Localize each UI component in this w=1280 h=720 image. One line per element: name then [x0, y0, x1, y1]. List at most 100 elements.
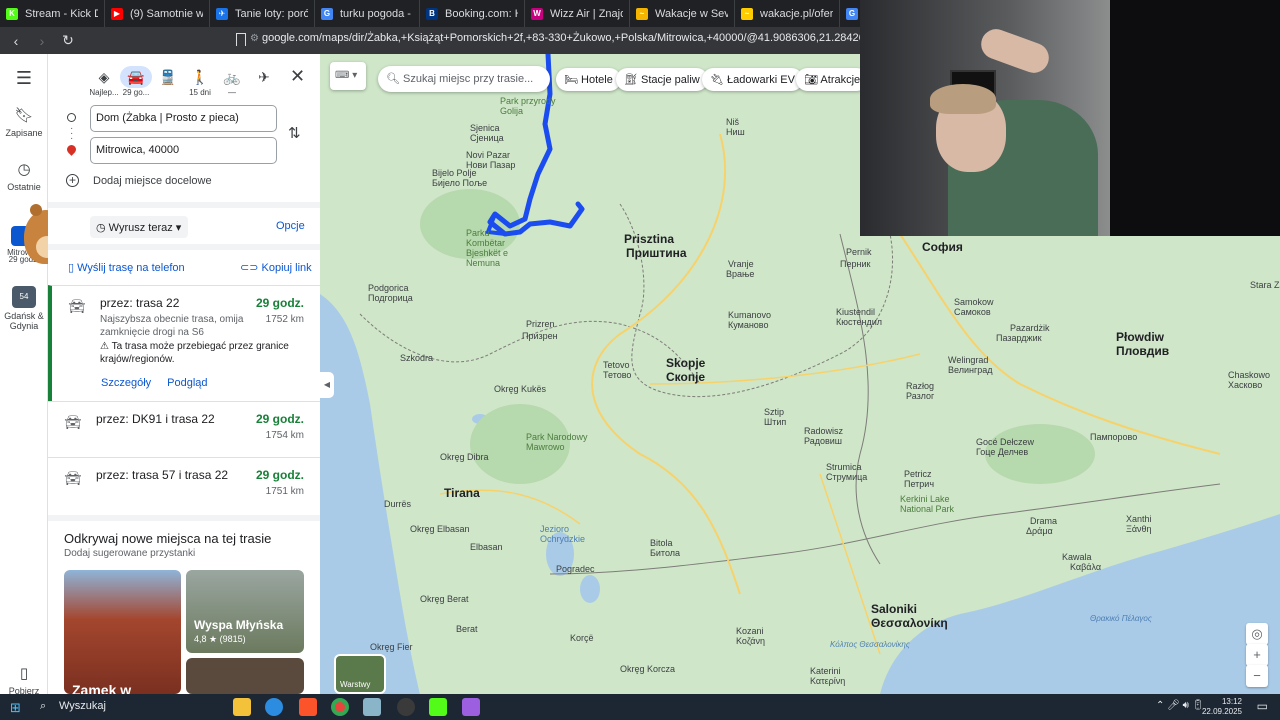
- town-label: Tetovo: [603, 360, 630, 370]
- park-label: Park przyrody Golija: [500, 96, 556, 116]
- zoom-in-button[interactable]: +: [1246, 644, 1268, 666]
- town-label: Тетово: [603, 370, 632, 380]
- menu-button[interactable]: ☰: [0, 68, 48, 93]
- region-label: Okręg Berat: [420, 594, 469, 604]
- send-to-phone-button[interactable]: ▯ Wyślij trasę na telefon: [68, 261, 185, 274]
- town-label: Sztip: [764, 407, 785, 417]
- app-icon[interactable]: [363, 698, 381, 716]
- browser-tab[interactable]: W Wizz Air | Znajdź be: [525, 0, 630, 27]
- menu-icon: ☰: [15, 68, 33, 88]
- chip-hotels[interactable]: 🛏 Hotele: [556, 68, 621, 91]
- address-bar[interactable]: google.com/maps/dir/Żabka,+Książąt+Pomor…: [262, 32, 947, 44]
- route-option-2[interactable]: 🚘︎ przez: DK91 i trasa 22 29 godz. 1754 …: [48, 401, 320, 457]
- leave-now-label: Wyrusz teraz: [108, 222, 173, 234]
- suggestion-card-island[interactable]: Wyspa Młyńska 4,8 ★ (9815): [186, 570, 304, 653]
- town-label: Струмица: [826, 472, 868, 482]
- rail-current-route[interactable]: Mitrowica 29 godz.: [0, 204, 68, 264]
- route-option-3[interactable]: 🚘︎ przez: trasa 57 i trasa 22 29 godz. 1…: [48, 457, 320, 515]
- swap-icon[interactable]: ⇅: [288, 124, 301, 142]
- rail-gdansk[interactable]: 54 Gdańsk & Gdynia: [0, 286, 48, 331]
- town-label: Штип: [764, 417, 787, 427]
- rail-saved-label: Zapisane: [5, 128, 43, 138]
- town-label: Сјеница: [470, 133, 504, 143]
- site-settings-icon[interactable]: ⚙: [250, 33, 259, 44]
- my-location-icon[interactable]: ◎: [1246, 623, 1268, 645]
- leave-now-dropdown[interactable]: ◷ Wyrusz teraz ▾: [90, 216, 188, 238]
- town-label: Durrës: [384, 499, 412, 509]
- card-title: Zamek w: [72, 682, 132, 694]
- chip-ev[interactable]: 🔌︎ Ładowarki EV: [702, 68, 803, 91]
- browser-tab[interactable]: ~ Wakacje w Seven H: [630, 0, 735, 27]
- browser-tab[interactable]: K Stream - Kick Dashb: [0, 0, 105, 27]
- zoom-out-button[interactable]: −: [1246, 665, 1268, 687]
- section-divider: [48, 202, 320, 208]
- forward-icon[interactable]: ›: [32, 33, 52, 49]
- suggestion-card-castle[interactable]: Zamek w: [64, 570, 181, 694]
- kick-icon[interactable]: [429, 698, 447, 716]
- route-details-link[interactable]: Szczegóły: [101, 377, 151, 389]
- town-label: Велинград: [948, 365, 993, 375]
- suggestion-card-3[interactable]: [186, 658, 304, 694]
- add-destination-button[interactable]: + Dodaj miejsce docelowe: [66, 174, 212, 187]
- tab-favicon-icon: ~: [636, 7, 648, 20]
- browser-tab[interactable]: Gturku pogoda - Szu: [315, 0, 420, 27]
- obs-icon[interactable]: [397, 698, 415, 716]
- back-icon[interactable]: ‹: [6, 33, 26, 49]
- search-icon: 🔍︎: [386, 73, 404, 85]
- mode-bike[interactable]: 🚲 —: [216, 66, 248, 97]
- browser-tab[interactable]: ▶ (9) Samotnie w ukra: [105, 0, 210, 27]
- origin-input[interactable]: Dom (Żabka | Prosto z pieca): [90, 105, 277, 132]
- mode-walk[interactable]: 🚶 15 dni: [184, 66, 216, 97]
- notification-icon[interactable]: ▭: [1257, 699, 1268, 713]
- town-label: Szkodra: [400, 353, 434, 363]
- rail-recent[interactable]: ◷ Ostatnie: [0, 160, 48, 192]
- route-preview-link[interactable]: Podgląd: [167, 377, 207, 389]
- town-label: Samokow: [954, 297, 994, 307]
- destination-input[interactable]: Mitrowica, 40000: [90, 137, 277, 164]
- reload-icon[interactable]: ↻: [58, 32, 78, 49]
- phone-icon: ▯: [68, 262, 78, 274]
- car-icon: 🚘︎: [68, 298, 86, 314]
- layers-button[interactable]: Warstwy: [334, 654, 386, 694]
- browser-tab[interactable]: ~ wakacje.pl/oferty/w: [735, 0, 840, 27]
- copy-link-button[interactable]: ⊂⊃ Kopiuj link: [240, 261, 312, 274]
- mode-car[interactable]: 🚘 29 go...: [120, 66, 152, 97]
- rail-saved[interactable]: 🔖︎ Zapisane: [0, 106, 48, 138]
- tab-favicon-icon: K: [6, 7, 18, 20]
- town-label: Pogradec: [556, 564, 595, 574]
- route-option-1[interactable]: 🚘︎ przez: trasa 22 29 godz. 1752 km Najs…: [48, 285, 320, 401]
- mode-transit[interactable]: 🚆: [152, 66, 184, 97]
- brave-icon[interactable]: [299, 698, 317, 716]
- city-label: Пловдив: [1116, 344, 1170, 358]
- browser-tab[interactable]: ✈ Tanie loty: porówna: [210, 0, 315, 27]
- close-icon[interactable]: ✕: [290, 66, 305, 87]
- collapse-panel-button[interactable]: ◀: [320, 372, 334, 398]
- keyboard-shortcuts-button[interactable]: ⌨ ▾: [330, 62, 366, 90]
- mode-best[interactable]: ◈ Najlep...: [88, 66, 120, 97]
- route-search-input[interactable]: 🔍︎ Szukaj miejsc przy trasie...: [378, 66, 550, 92]
- rail-gdansk-label: Gdańsk & Gdynia: [4, 311, 44, 331]
- tray-icons[interactable]: ⌃ 🎤︎ 🔊︎ 🔋︎: [1156, 700, 1204, 711]
- taskbar-clock[interactable]: 13:12 22.09.2025: [1202, 697, 1242, 717]
- town-label: Κατερίνη: [810, 676, 846, 686]
- mode-bike-icon: 🚲: [223, 69, 241, 85]
- town-label: Berat: [456, 624, 478, 634]
- link-icon: ⊂⊃: [240, 262, 262, 274]
- edge-icon[interactable]: [265, 698, 283, 716]
- taskbar-search[interactable]: ⌕ Wyszukaj: [32, 697, 222, 717]
- chrome-icon[interactable]: [331, 698, 349, 716]
- chip-attractions[interactable]: 📷︎ Atrakcje: [796, 68, 869, 91]
- browser-tab[interactable]: B Booking.com: Hotel: [420, 0, 525, 27]
- file-explorer-icon[interactable]: [233, 698, 251, 716]
- windows-start-icon[interactable]: ⊞: [10, 700, 21, 716]
- options-button[interactable]: Opcje: [276, 220, 305, 232]
- bookmark-icon[interactable]: [236, 33, 246, 46]
- rail-download[interactable]: ▯ Pobierz: [0, 664, 48, 696]
- city-label: Скопје: [666, 370, 706, 384]
- app-icon[interactable]: [462, 698, 480, 716]
- send-to-phone-label: Wyślij trasę na telefon: [77, 262, 185, 274]
- chip-gas[interactable]: ⛽︎ Stacje paliw: [616, 68, 708, 91]
- mode-flight[interactable]: ✈: [248, 66, 280, 97]
- town-label: Δράμα: [1026, 526, 1053, 536]
- town-label: Радовиш: [804, 436, 842, 446]
